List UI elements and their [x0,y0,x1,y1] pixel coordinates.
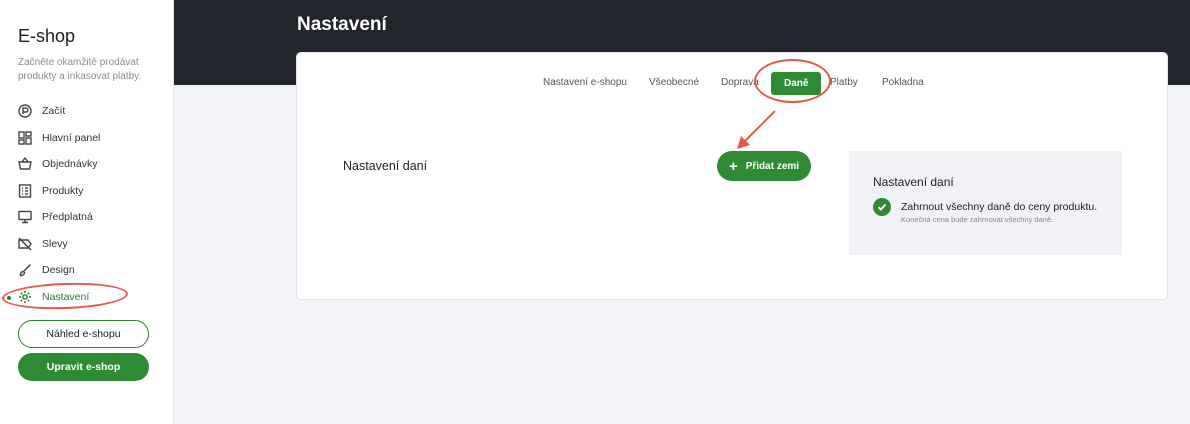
plus-icon: + [728,157,738,175]
sidebar-item-label: Hlavní panel [42,131,101,144]
sidebar-item-subscriptions[interactable]: Předplatná [0,204,174,231]
sidebar-item-label: Produkty [42,184,84,197]
app-subtitle: Začněte okamžitě prodávat produkty a ink… [18,57,142,82]
annotation-arrow [737,110,776,149]
tab-checkout[interactable]: Pokladna [882,77,924,88]
dashboard-icon [18,131,32,145]
tab-shipping[interactable]: Doprava [721,77,759,88]
include-taxes-label: Zahrnout všechny daně do ceny produktu. [901,201,1098,213]
preview-eshop-button[interactable]: Náhled e-shopu [18,320,149,348]
gear-icon [18,290,32,304]
settings-tabs: Nastavení e-shopu Všeobecné Doprava Daně… [297,72,1167,95]
list-icon [18,184,32,198]
page-title: Nastavení [297,14,387,35]
tax-settings-panel: Nastavení daní Zahrnout všechny daně do … [849,151,1122,255]
brush-icon [18,263,32,277]
tab-payments[interactable]: Platby [830,77,858,88]
sidebar-item-label: Předplatná [42,211,93,224]
check-icon[interactable] [873,198,891,216]
sidebar: E-shop Začněte okamžitě prodávat produkt… [0,0,174,424]
sidebar-item-dashboard[interactable]: Hlavní panel [0,125,174,152]
sidebar-nav: Začít Hlavní panel Objednávky Produkty P… [0,98,174,310]
tab-general[interactable]: Všeobecné [649,77,699,88]
sidebar-item-label: Objednávky [42,158,98,171]
add-country-button[interactable]: + Přidat zemi [717,151,811,181]
include-taxes-description: Konečná cena bude zahrnovat všechny daně… [901,215,1054,224]
subscription-icon [18,210,32,224]
sidebar-item-discounts[interactable]: Slevy [0,231,174,258]
edit-eshop-button[interactable]: Upravit e-shop [18,353,149,381]
app-title: E-shop [18,26,76,46]
sidebar-item-label: Design [42,264,75,277]
sidebar-item-label: Slevy [42,237,68,250]
tab-eshop-settings[interactable]: Nastavení e-shopu [543,77,627,88]
discount-icon [18,237,32,251]
section-title: Nastavení daní [343,159,428,173]
sidebar-item-products[interactable]: Produkty [0,178,174,205]
basket-icon [18,157,32,171]
add-country-label: Přidat zemi [745,160,800,172]
settings-card: Nastavení e-shopu Všeobecné Doprava Daně… [296,52,1168,300]
sidebar-item-start[interactable]: Začít [0,98,174,125]
sidebar-item-orders[interactable]: Objednávky [0,151,174,178]
panel-title: Nastavení daní [873,175,954,189]
active-indicator-dot [7,295,11,300]
sidebar-item-settings[interactable]: Nastavení [0,284,174,311]
sidebar-item-label: Nastavení [42,290,90,303]
sidebar-item-design[interactable]: Design [0,257,174,284]
tab-taxes[interactable]: Daně [771,72,822,95]
sidebar-item-label: Začít [42,105,66,118]
start-icon [18,104,32,118]
